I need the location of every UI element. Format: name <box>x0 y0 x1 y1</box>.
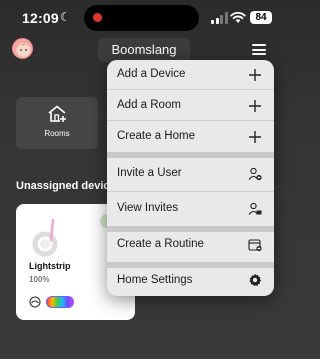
device-brightness: 100% <box>29 275 50 284</box>
device-name: Lightstrip <box>29 261 71 271</box>
menu-item-view-invites[interactable]: View Invites <box>107 193 274 232</box>
cellular-signal-icon <box>211 12 228 24</box>
home-selector[interactable]: Boomslang <box>98 38 190 62</box>
avatar[interactable] <box>12 38 33 59</box>
menu-item-label: Home Settings <box>117 274 193 286</box>
house-plus-icon <box>48 105 66 122</box>
wifi-icon <box>230 11 246 23</box>
moon-icon: ☾ <box>60 10 71 24</box>
menu-item-add-device[interactable]: Add a Device <box>107 60 274 90</box>
rooms-tile[interactable]: Rooms <box>16 97 98 149</box>
menu-item-create-home[interactable]: Create a Home <box>107 122 274 158</box>
dynamic-island <box>84 5 199 31</box>
lightstrip-image-icon <box>32 218 58 257</box>
menu-item-label: Add a Device <box>117 68 186 80</box>
menu-item-label: Invite a User <box>117 167 182 179</box>
menu-item-label: Create a Routine <box>117 238 204 250</box>
section-title: Unassigned devices <box>16 180 116 192</box>
menu-item-label: Create a Home <box>117 130 195 142</box>
menu-item-create-routine[interactable]: Create a Routine <box>107 232 274 268</box>
menu-item-label: View Invites <box>117 202 179 214</box>
color-picker-pill[interactable] <box>46 296 74 308</box>
hamburger-menu-icon[interactable] <box>252 44 266 55</box>
scene-icon[interactable] <box>29 296 41 308</box>
user-add-icon <box>248 167 262 181</box>
plus-icon <box>249 100 261 112</box>
recording-dot-icon <box>93 13 102 22</box>
menu-item-add-room[interactable]: Add a Room <box>107 91 274 121</box>
status-time: 12:09 <box>22 10 59 26</box>
status-bar: 12:09 ☾ 84 <box>0 0 288 36</box>
plus-icon <box>249 69 261 81</box>
routine-calendar-icon <box>248 239 262 252</box>
main-dropdown-menu: Add a Device Add a Room Create a Home In… <box>107 60 274 296</box>
menu-item-label: Add a Room <box>117 99 181 111</box>
menu-item-home-settings[interactable]: Home Settings <box>107 265 274 296</box>
avatar-face-icon <box>16 43 31 57</box>
user-invites-icon <box>248 202 262 215</box>
gear-icon <box>249 273 262 287</box>
battery-indicator: 84 <box>250 11 272 24</box>
rooms-label: Rooms <box>44 129 70 138</box>
plus-icon <box>249 131 261 143</box>
menu-item-invite-user[interactable]: Invite a User <box>107 158 274 192</box>
